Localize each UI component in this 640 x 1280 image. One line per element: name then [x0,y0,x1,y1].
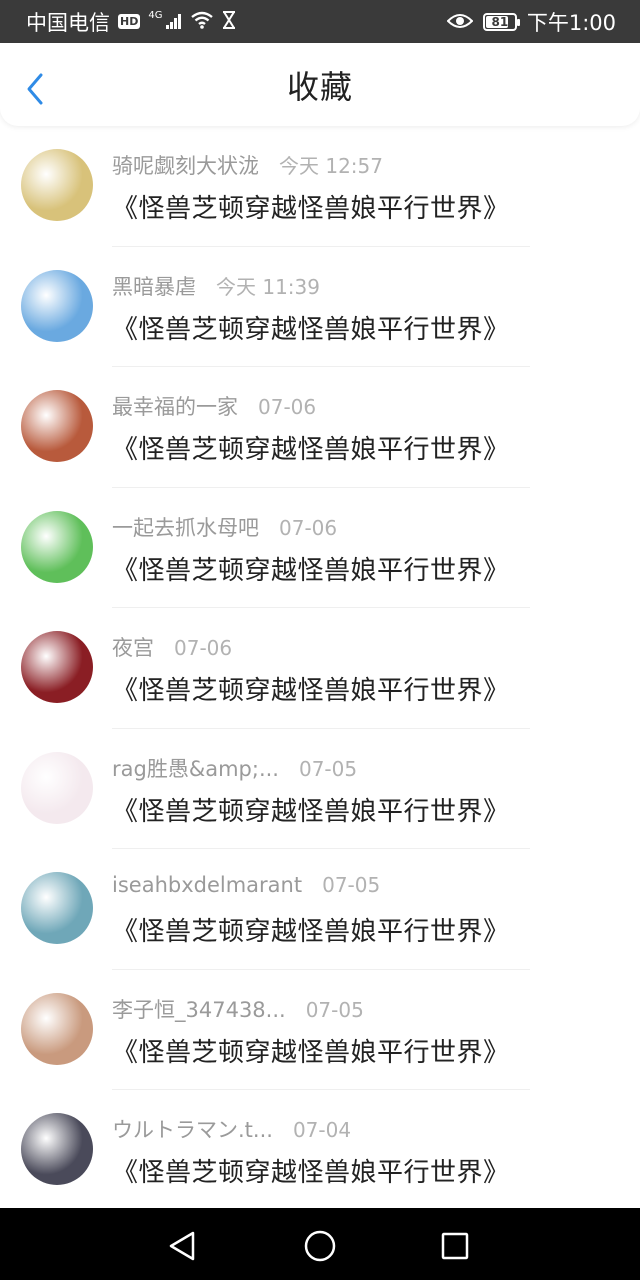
work-title[interactable]: 《怪兽芝顿穿越怪兽娘平行世界》 [112,1152,510,1189]
carrier-label: 中国电信 [26,10,110,35]
work-title[interactable]: 《怪兽芝顿穿越怪兽娘平行世界》 [112,550,510,587]
header-bar: 收藏 [0,43,640,126]
list-item[interactable]: rag胜愚&amp;... 07-05 《怪兽芝顿穿越怪兽娘平行世界》 [0,729,640,849]
clock-time: 下午1:00 [526,10,616,35]
work-title[interactable]: 《怪兽芝顿穿越怪兽娘平行世界》 [112,791,510,828]
status-bar: 中国电信 HD 4G 81 下午1:00 [0,0,640,43]
post-time: 07-05 [298,756,358,781]
network-label: 4G [148,10,163,21]
nav-recents-button[interactable] [435,1226,475,1266]
status-left: 中国电信 HD 4G [26,7,236,37]
avatar[interactable] [21,751,93,824]
author-name[interactable]: rag胜愚&amp;... [112,753,279,783]
list-item[interactable]: 夜宫 07-06 《怪兽芝顿穿越怪兽娘平行世界》 [0,608,640,729]
avatar[interactable] [21,992,93,1065]
work-title[interactable]: 《怪兽芝顿穿越怪兽娘平行世界》 [112,309,510,346]
avatar[interactable] [21,631,93,703]
work-title[interactable]: 《怪兽芝顿穿越怪兽娘平行世界》 [112,1032,510,1069]
work-title[interactable]: 《怪兽芝顿穿越怪兽娘平行世界》 [112,911,510,948]
author-name[interactable]: 骑呢觑刻大状泷 [112,150,259,180]
list-item[interactable]: 骑呢觑刻大状泷 今天 12:57 《怪兽芝顿穿越怪兽娘平行世界》 [0,126,640,247]
avatar[interactable] [21,390,93,462]
home-circle-icon [304,1230,336,1262]
navigation-bar [0,1208,640,1280]
post-time: 07-04 [292,1118,352,1142]
nav-back-button[interactable] [163,1226,203,1266]
author-name[interactable]: 夜宫 [112,632,154,662]
nav-home-button[interactable] [300,1226,340,1266]
author-name[interactable]: iseahbxdelmarant [112,873,302,897]
back-triangle-icon [169,1231,195,1261]
avatar[interactable] [21,1113,93,1185]
post-time: 07-06 [258,395,317,419]
work-title[interactable]: 《怪兽芝顿穿越怪兽娘平行世界》 [112,670,510,707]
meta-line: 夜宫 07-06 [112,632,232,662]
author-name[interactable]: ウルトラマン.t... [112,1114,273,1144]
page-title: 收藏 [286,67,353,106]
post-time: 07-06 [174,636,233,660]
hourglass-icon [222,10,236,34]
list-item[interactable]: ウルトラマン.t... 07-04 《怪兽芝顿穿越怪兽娘平行世界》 [0,1090,640,1211]
post-time: 07-05 [305,997,364,1022]
hd-badge: HD [118,14,141,29]
list-item[interactable]: 黑暗暴虐 今天 11:39 《怪兽芝顿穿越怪兽娘平行世界》 [0,247,640,367]
meta-line: 最幸福的一家 07-06 [112,391,316,421]
post-time: 07-06 [279,515,338,540]
meta-line: 一起去抓水母吧 07-06 [112,512,337,542]
list-item[interactable]: 最幸福的一家 07-06 《怪兽芝顿穿越怪兽娘平行世界》 [0,367,640,488]
post-time: 今天 11:39 [216,274,320,299]
work-title[interactable]: 《怪兽芝顿穿越怪兽娘平行世界》 [112,429,510,466]
list-item[interactable]: 李子恒_347438... 07-05 《怪兽芝顿穿越怪兽娘平行世界》 [0,970,640,1090]
back-button[interactable] [22,71,50,107]
work-title[interactable]: 《怪兽芝顿穿越怪兽娘平行世界》 [112,188,510,225]
favorites-list: 骑呢觑刻大状泷 今天 12:57 《怪兽芝顿穿越怪兽娘平行世界》 黑暗暴虐 今天 11:… [0,126,640,1211]
meta-line: 李子恒_347438... 07-05 [112,994,364,1024]
author-name[interactable]: 黑暗暴虐 [112,271,196,301]
post-time: 今天 12:57 [279,154,383,178]
list-item[interactable]: iseahbxdelmarant 07-05 《怪兽芝顿穿越怪兽娘平行世界》 [0,849,640,970]
wifi-icon [190,10,214,34]
signal-icon [166,10,182,34]
eye-icon [446,10,474,34]
meta-line: rag胜愚&amp;... 07-05 [112,753,357,783]
battery-icon: 81 [482,12,520,31]
status-right: 81 下午1:00 [446,7,616,37]
chevron-left-icon [27,73,43,105]
meta-line: iseahbxdelmarant 07-05 [112,873,380,897]
list-item[interactable]: 一起去抓水母吧 07-06 《怪兽芝顿穿越怪兽娘平行世界》 [0,488,640,608]
author-name[interactable]: 一起去抓水母吧 [112,512,259,542]
avatar[interactable] [21,510,93,583]
author-name[interactable]: 最幸福的一家 [112,391,238,421]
battery-level: 81 [491,14,509,29]
author-name[interactable]: 李子恒_347438... [112,994,286,1024]
post-time: 07-05 [322,873,381,897]
meta-line: 黑暗暴虐 今天 11:39 [112,271,320,301]
avatar[interactable] [21,149,93,221]
meta-line: ウルトラマン.t... 07-04 [112,1114,351,1144]
recents-square-icon [441,1232,469,1260]
avatar[interactable] [21,269,93,342]
avatar[interactable] [21,872,93,944]
meta-line: 骑呢觑刻大状泷 今天 12:57 [112,150,383,180]
